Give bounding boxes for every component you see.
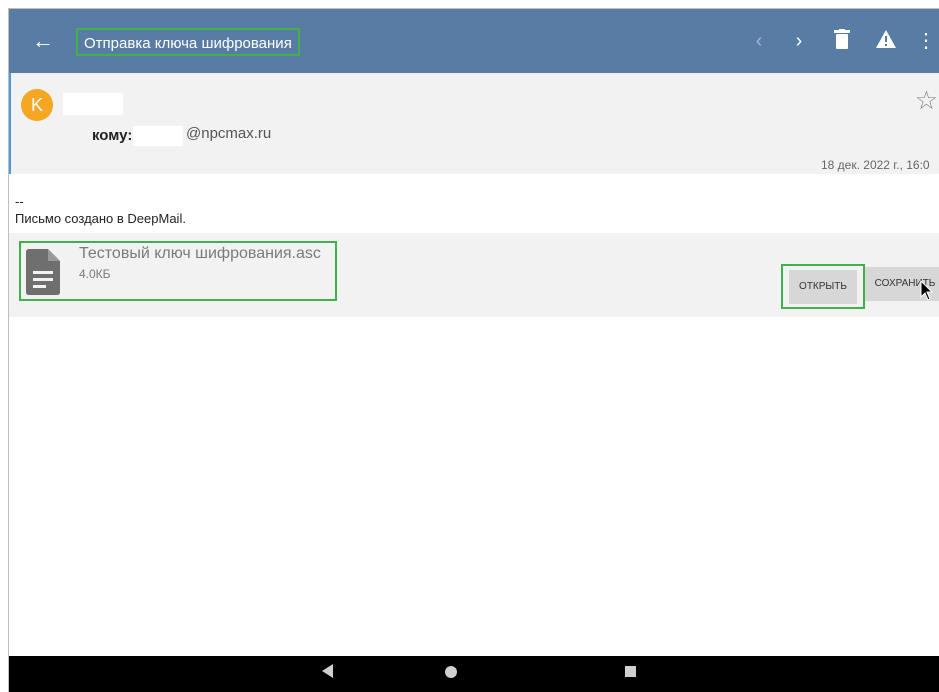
arrow-left-icon[interactable]: ←: [31, 29, 55, 53]
sender-name-redacted: [63, 93, 123, 115]
star-outline-icon[interactable]: ☆: [915, 85, 938, 116]
trash-icon[interactable]: [830, 29, 854, 53]
signature-separator: --: [15, 194, 24, 209]
attachment-row: Тестовый ключ шифрования.asc 4.0КБ ОТКРЫ…: [9, 233, 939, 317]
chevron-left-icon[interactable]: ‹: [747, 29, 771, 53]
attachment-name: Тестовый ключ шифрования.asc: [79, 245, 321, 262]
recipient-redacted: [133, 126, 183, 146]
to-label: кому:: [92, 127, 133, 144]
signature-text: Письмо создано в DeepMail.: [15, 211, 186, 226]
more-vert-icon[interactable]: ⋮: [914, 29, 938, 53]
nav-back-icon[interactable]: [322, 664, 333, 678]
attachment-size: 4.0КБ: [79, 267, 111, 281]
chevron-right-icon[interactable]: ›: [787, 29, 811, 53]
message-header: K ☆ кому: @npcmax.ru 18 дек. 2022 г., 16…: [9, 73, 939, 174]
top-app-bar: ← Отправка ключа шифрования ‹ › ⋮: [9, 9, 939, 73]
nav-home-icon[interactable]: [445, 666, 457, 678]
nav-recents-icon[interactable]: [625, 666, 636, 677]
open-button[interactable]: ОТКРЫТЬ: [789, 270, 857, 304]
system-navigation-bar: [9, 656, 939, 692]
avatar: K: [21, 89, 53, 121]
message-subject: Отправка ключа шифрования: [76, 28, 300, 56]
mouse-cursor-icon: [920, 280, 934, 301]
attachment-item[interactable]: Тестовый ключ шифрования.asc 4.0КБ: [19, 241, 337, 301]
warning-icon[interactable]: [874, 29, 898, 53]
message-date: 18 дек. 2022 г., 16:0: [821, 158, 930, 172]
open-button-frame: ОТКРЫТЬ: [781, 264, 865, 309]
document-icon: [26, 249, 60, 295]
recipient-address: @npcmax.ru: [186, 125, 272, 142]
mail-window: ← Отправка ключа шифрования ‹ › ⋮ K ☆ ко…: [8, 8, 939, 692]
